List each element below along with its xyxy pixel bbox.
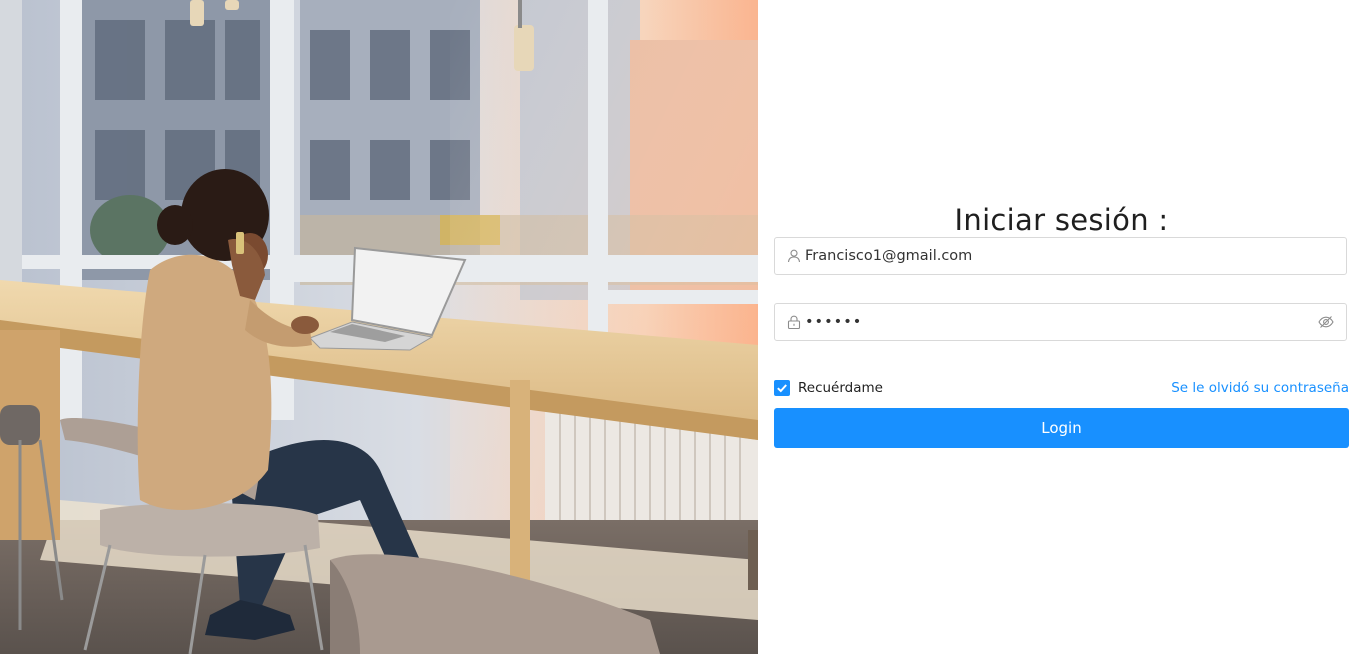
page-title: Iniciar sesión :: [954, 203, 1169, 238]
user-icon: [787, 249, 801, 263]
woman-on-phone-with-laptop-illustration: [0, 0, 758, 654]
password-input[interactable]: [805, 304, 1305, 340]
remember-row: Recuérdame Se le olvidó su contraseña: [774, 378, 1349, 398]
remember-label[interactable]: Recuérdame: [798, 380, 883, 396]
login-button[interactable]: Login: [774, 408, 1349, 448]
email-input[interactable]: [805, 238, 1305, 274]
checkmark-icon: [777, 384, 787, 393]
login-panel: Iniciar sesión : Recuérdame Se le olvidó…: [758, 0, 1360, 654]
hero-image: [0, 0, 758, 654]
forgot-password-link[interactable]: Se le olvidó su contraseña: [1171, 380, 1349, 396]
password-field[interactable]: [774, 303, 1347, 341]
email-field[interactable]: [774, 237, 1347, 275]
eye-invisible-icon[interactable]: [1318, 315, 1334, 329]
remember-checkbox[interactable]: [774, 380, 790, 396]
lock-icon: [787, 315, 801, 329]
